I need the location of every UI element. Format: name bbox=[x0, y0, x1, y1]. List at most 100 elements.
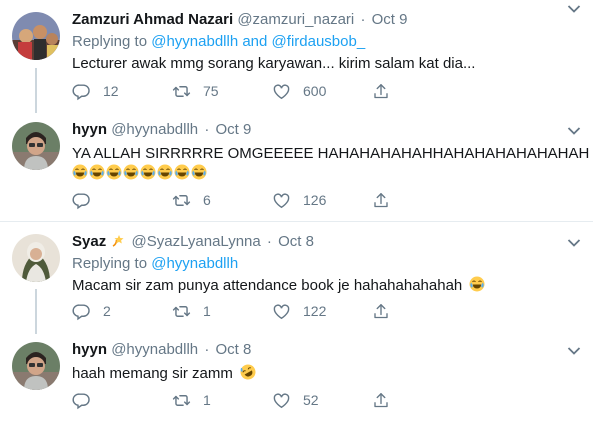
share-icon bbox=[372, 302, 390, 321]
retweet-button[interactable]: 1 bbox=[172, 390, 272, 410]
face-with-tears-of-joy-emoji bbox=[123, 164, 139, 180]
tweet-header: hyyn @hyynabdllh · Oct 9 bbox=[72, 120, 583, 140]
like-count: 126 bbox=[303, 192, 327, 208]
retweet-icon bbox=[172, 302, 191, 321]
reply-button[interactable]: 12 bbox=[72, 81, 172, 101]
retweet-button[interactable]: 1 bbox=[172, 301, 272, 321]
retweet-icon bbox=[172, 391, 191, 410]
tweet[interactable]: hyyn @hyynabdllh · Oct 9 YA ALLAH SIRRRR… bbox=[0, 114, 593, 214]
share-icon bbox=[372, 191, 390, 210]
reply-icon bbox=[72, 191, 91, 210]
replying-to-link[interactable]: @hyynabdllh bbox=[151, 33, 238, 50]
tweet-text: Lecturer awak mmg sorang karyawan... kir… bbox=[72, 55, 476, 72]
tweet-header: Syaz @SyazLyanaLynna · Oct 8 bbox=[72, 232, 583, 252]
separator-dot: · bbox=[266, 233, 272, 250]
tweet-text: haah memang sir zamm bbox=[72, 365, 233, 382]
tweet-text: YA ALLAH SIRRRRRE OMGEEEEE HAHAHAHAHAHHA… bbox=[72, 145, 590, 162]
tweet[interactable]: hyyn @hyynabdllh · Oct 8 haah memang sir… bbox=[0, 334, 593, 421]
chevron-down-icon[interactable] bbox=[567, 346, 581, 356]
face-with-tears-of-joy-emoji bbox=[191, 164, 207, 180]
tweet[interactable]: Syaz @SyazLyanaLynna · Oct 8 Replying to… bbox=[0, 222, 593, 332]
avatar[interactable] bbox=[12, 342, 60, 390]
like-icon bbox=[272, 302, 291, 321]
avatar[interactable] bbox=[12, 234, 60, 282]
share-button[interactable] bbox=[372, 301, 402, 321]
tweet-actions: 1 52 bbox=[72, 390, 402, 410]
avatar[interactable] bbox=[12, 12, 60, 60]
share-button[interactable] bbox=[372, 390, 402, 410]
face-with-tears-of-joy-emoji bbox=[174, 164, 190, 180]
tweet-actions: 12 75 600 bbox=[72, 81, 402, 101]
share-button[interactable] bbox=[372, 190, 402, 210]
like-icon bbox=[272, 191, 291, 210]
replying-to-link[interactable]: @hyynabdllh bbox=[151, 255, 238, 272]
dizzy-emoji bbox=[110, 233, 126, 249]
like-button[interactable]: 126 bbox=[272, 190, 372, 210]
reply-count: 12 bbox=[103, 83, 119, 99]
retweet-count: 1 bbox=[203, 392, 211, 408]
share-icon bbox=[372, 82, 390, 101]
face-with-tears-of-joy-emoji bbox=[140, 164, 156, 180]
author-name[interactable]: Syaz bbox=[72, 233, 106, 250]
face-with-tears-of-joy-emoji bbox=[469, 276, 485, 292]
tweet-header: Zamzuri Ahmad Nazari @zamzuri_nazari · O… bbox=[72, 10, 583, 30]
reply-icon bbox=[72, 391, 91, 410]
tweet-actions: 2 1 122 bbox=[72, 301, 402, 321]
replying-to-link[interactable]: @firdausbob_ bbox=[272, 33, 366, 50]
reply-button[interactable]: 2 bbox=[72, 301, 172, 321]
author-handle[interactable]: @hyynabdllh bbox=[111, 121, 198, 138]
reply-button[interactable] bbox=[72, 390, 172, 410]
face-with-tears-of-joy-emoji bbox=[89, 164, 105, 180]
avatar[interactable] bbox=[12, 122, 60, 170]
author-handle[interactable]: @SyazLyanaLynna bbox=[132, 233, 261, 250]
emoji-row bbox=[72, 164, 583, 184]
face-with-tears-of-joy-emoji bbox=[106, 164, 122, 180]
author-name[interactable]: hyyn bbox=[72, 341, 107, 358]
tweet-date[interactable]: Oct 8 bbox=[278, 233, 314, 250]
replying-to: Replying to @hyynabdllh and @firdausbob_ bbox=[72, 32, 583, 52]
author-handle[interactable]: @zamzuri_nazari bbox=[237, 11, 354, 28]
reply-button[interactable] bbox=[72, 190, 172, 210]
chevron-down-icon[interactable] bbox=[567, 238, 581, 248]
tweet-date[interactable]: Oct 9 bbox=[372, 11, 408, 28]
like-button[interactable]: 52 bbox=[272, 390, 372, 410]
separator-dot: · bbox=[204, 121, 210, 138]
replying-to: Replying to @hyynabdllh bbox=[72, 254, 583, 274]
tweet-text: Macam sir zam punya attendance book je h… bbox=[72, 277, 463, 294]
share-button[interactable] bbox=[372, 81, 402, 101]
chevron-down-icon[interactable] bbox=[567, 4, 581, 14]
like-count: 52 bbox=[303, 392, 319, 408]
author-name[interactable]: hyyn bbox=[72, 121, 107, 138]
like-icon bbox=[272, 391, 291, 410]
retweet-button[interactable]: 6 bbox=[172, 190, 272, 210]
like-count: 122 bbox=[303, 303, 327, 319]
replying-to-and[interactable]: and bbox=[242, 33, 267, 50]
tweet-date[interactable]: Oct 8 bbox=[215, 341, 251, 358]
reply-icon bbox=[72, 82, 91, 101]
rolling-on-floor-laughing-emoji bbox=[240, 364, 256, 380]
retweet-icon bbox=[172, 82, 191, 101]
retweet-icon bbox=[172, 191, 191, 210]
like-icon bbox=[272, 82, 291, 101]
like-button[interactable]: 122 bbox=[272, 301, 372, 321]
replying-to-prefix: Replying to bbox=[72, 33, 148, 50]
author-name[interactable]: Zamzuri Ahmad Nazari bbox=[72, 11, 233, 28]
tweet[interactable]: Zamzuri Ahmad Nazari @zamzuri_nazari · O… bbox=[0, 0, 593, 120]
retweet-count: 6 bbox=[203, 192, 211, 208]
separator-dot: · bbox=[360, 11, 366, 28]
face-with-tears-of-joy-emoji bbox=[72, 164, 88, 180]
replying-to-prefix: Replying to bbox=[72, 255, 148, 272]
retweet-button[interactable]: 75 bbox=[172, 81, 272, 101]
chevron-down-icon[interactable] bbox=[567, 126, 581, 136]
retweet-count: 1 bbox=[203, 303, 211, 319]
reply-icon bbox=[72, 302, 91, 321]
tweet-date[interactable]: Oct 9 bbox=[215, 121, 251, 138]
retweet-count: 75 bbox=[203, 83, 219, 99]
face-with-tears-of-joy-emoji bbox=[157, 164, 173, 180]
author-handle[interactable]: @hyynabdllh bbox=[111, 341, 198, 358]
tweet-actions: 6 126 bbox=[72, 190, 402, 210]
reply-count: 2 bbox=[103, 303, 111, 319]
separator-dot: · bbox=[204, 341, 210, 358]
like-button[interactable]: 600 bbox=[272, 81, 372, 101]
like-count: 600 bbox=[303, 83, 327, 99]
